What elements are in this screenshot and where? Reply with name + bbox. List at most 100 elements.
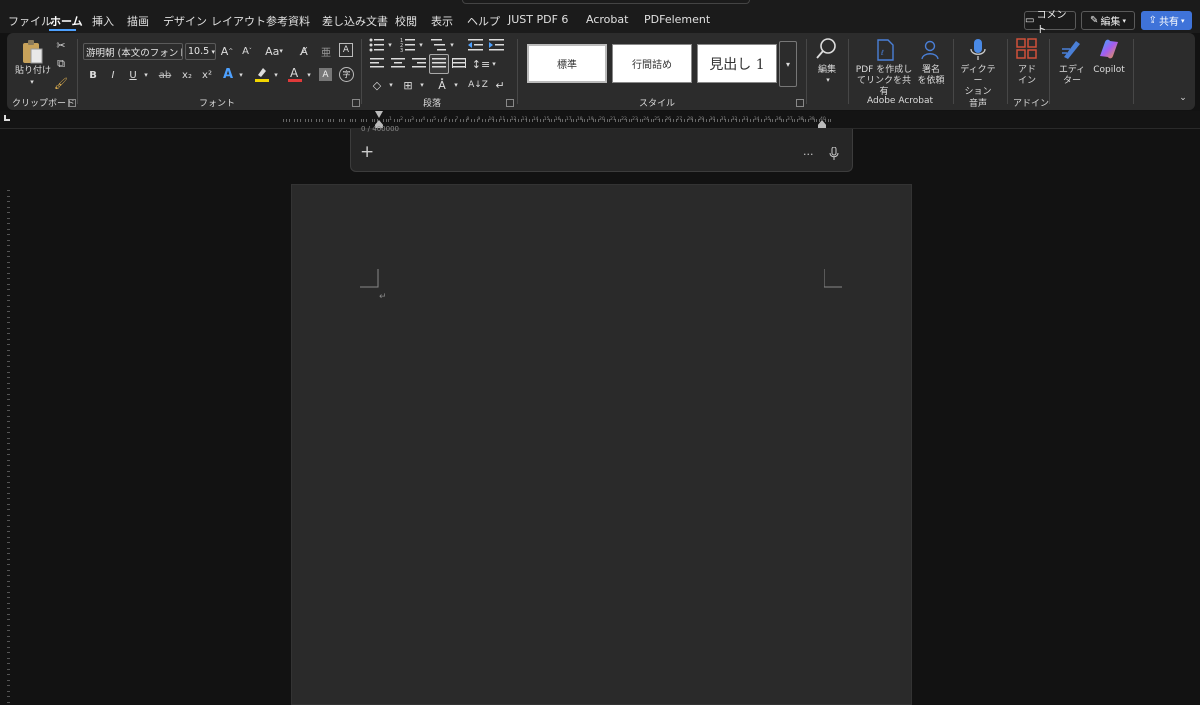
add-ins-icon[interactable]: [1016, 38, 1038, 60]
font-color-icon[interactable]: A: [287, 65, 303, 83]
underline-button[interactable]: U: [127, 67, 139, 83]
font-name-dropdown[interactable]: 游明朝 (本文のフォント▾: [83, 43, 183, 60]
change-case-button[interactable]: Aa ▾: [262, 43, 286, 59]
character-border-icon[interactable]: A: [339, 43, 353, 57]
highlight-color-icon[interactable]: [254, 65, 270, 83]
bold-button[interactable]: B: [87, 67, 99, 83]
document-page[interactable]: ↵: [291, 184, 912, 705]
tab-layout[interactable]: レイアウト: [211, 13, 266, 29]
chevron-down-icon[interactable]: ▾: [452, 77, 460, 93]
copilot-prompt-box[interactable]: 0 / 400000 + ···: [350, 125, 853, 172]
tab-review[interactable]: 校閲: [395, 13, 417, 29]
comment-button[interactable]: ▭ コメント: [1024, 10, 1076, 36]
shading-icon[interactable]: ◇: [369, 77, 385, 93]
tab-draw[interactable]: 描画: [127, 13, 149, 29]
chevron-down-icon[interactable]: ▾: [448, 37, 456, 53]
borders-icon[interactable]: ⊞: [400, 77, 416, 93]
grow-font-icon[interactable]: A ^: [220, 43, 234, 59]
phonetic-guide-icon[interactable]: 亜: [319, 43, 333, 59]
strikethrough-button[interactable]: ab: [157, 67, 173, 83]
microphone-icon[interactable]: [969, 37, 987, 63]
cut-icon[interactable]: ✂: [54, 38, 68, 52]
tab-file[interactable]: ファイル: [8, 13, 52, 29]
align-center-icon[interactable]: [390, 56, 406, 72]
shrink-font-icon[interactable]: Aˇ: [240, 43, 254, 59]
subscript-button[interactable]: x₂: [180, 67, 194, 83]
vertical-ruler-tick: [7, 410, 10, 411]
line-spacing-icon[interactable]: ↕≡: [472, 56, 490, 72]
sort-icon[interactable]: A↓Z: [468, 77, 488, 93]
microphone-icon[interactable]: [829, 146, 839, 160]
share-icon: ⇪: [1148, 15, 1157, 26]
request-signature-icon[interactable]: [919, 38, 943, 62]
tab-pdfelement[interactable]: PDFelement: [644, 13, 710, 26]
style-no-spacing[interactable]: 行間詰め: [612, 44, 692, 83]
ribbon-collapse-chevron-icon[interactable]: ⌄: [1177, 93, 1189, 103]
more-options-icon[interactable]: ···: [803, 148, 814, 161]
style-standard[interactable]: 標準: [527, 44, 607, 83]
chevron-down-icon[interactable]: ▾: [27, 78, 37, 86]
margin-corner-top-right: [824, 269, 842, 288]
tab-selector-icon[interactable]: [4, 115, 10, 121]
chevron-down-icon[interactable]: ▾: [386, 37, 394, 53]
superscript-button[interactable]: x²: [200, 67, 214, 83]
align-left-icon[interactable]: [369, 56, 385, 72]
chevron-down-icon[interactable]: ▾: [305, 67, 313, 83]
decrease-indent-icon[interactable]: [468, 37, 484, 53]
distributed-icon[interactable]: [451, 56, 467, 72]
paste-button[interactable]: [19, 38, 45, 66]
text-effects-icon[interactable]: A: [220, 65, 236, 83]
styles-more-button[interactable]: ▾: [779, 41, 797, 87]
style-heading-1[interactable]: 見出し 1: [697, 44, 777, 83]
clipboard-launcher-icon[interactable]: [68, 99, 76, 107]
chevron-down-icon[interactable]: ▾: [272, 67, 280, 83]
show-marks-icon[interactable]: ↵: [492, 77, 508, 93]
increase-indent-icon[interactable]: [489, 37, 505, 53]
font-launcher-icon[interactable]: [352, 99, 360, 107]
tab-design[interactable]: デザイン: [163, 13, 207, 29]
justify-icon[interactable]: [429, 54, 449, 74]
add-icon[interactable]: +: [360, 144, 374, 161]
ruler-tick: [440, 119, 442, 122]
numbering-icon[interactable]: 123: [400, 37, 416, 53]
edit-mode-button[interactable]: ✎ 編集 ▾: [1081, 11, 1135, 30]
chevron-down-icon[interactable]: ▾: [490, 56, 498, 72]
multilevel-list-icon[interactable]: [431, 37, 447, 53]
tab-help[interactable]: ヘルプ: [467, 13, 500, 29]
tab-home[interactable]: ホーム: [50, 13, 83, 29]
tab-acrobat[interactable]: Acrobat: [586, 13, 628, 26]
find-search-icon[interactable]: [815, 36, 839, 62]
styles-launcher-icon[interactable]: [796, 99, 804, 107]
copilot-icon[interactable]: [1096, 37, 1122, 61]
chevron-down-icon[interactable]: ▾: [237, 67, 245, 83]
enclose-characters-icon[interactable]: 字: [339, 67, 354, 82]
editor-icon[interactable]: [1060, 37, 1084, 61]
character-shading-icon[interactable]: A: [319, 68, 332, 81]
italic-button[interactable]: I: [107, 67, 119, 83]
ruler-number: 7: [455, 117, 459, 122]
style-no-spacing-label: 行間詰め: [632, 60, 672, 71]
format-painter-icon[interactable]: 🖌: [54, 76, 68, 90]
bullets-icon[interactable]: [369, 37, 385, 53]
first-line-indent-icon[interactable]: [375, 111, 383, 118]
chevron-down-icon[interactable]: ▾: [387, 77, 395, 93]
tab-references[interactable]: 参考資料: [266, 13, 310, 29]
align-right-icon[interactable]: [411, 56, 427, 72]
copy-icon[interactable]: ⧉: [54, 57, 68, 71]
chevron-down-icon[interactable]: ▾: [418, 77, 426, 93]
chevron-down-icon[interactable]: ▾: [823, 76, 833, 84]
share-button[interactable]: ⇪ 共有 ▾: [1141, 11, 1192, 30]
tab-view[interactable]: 表示: [431, 13, 453, 29]
font-size-dropdown[interactable]: 10.5 ▾: [185, 43, 216, 60]
chevron-down-icon[interactable]: ▾: [417, 37, 425, 53]
tab-insert[interactable]: 挿入: [92, 13, 114, 29]
pdf-share-icon[interactable]: ℓ: [873, 38, 897, 62]
asian-layout-icon[interactable]: A̽: [433, 77, 451, 93]
divider: [1007, 39, 1008, 104]
ruler-tick: [451, 119, 453, 122]
paragraph-launcher-icon[interactable]: [506, 99, 514, 107]
tab-just-pdf[interactable]: JUST PDF 6: [508, 13, 568, 26]
chevron-down-icon[interactable]: ▾: [142, 67, 150, 83]
tab-mailings[interactable]: 差し込み文書: [322, 13, 388, 29]
clear-formatting-icon[interactable]: A̸: [296, 43, 312, 59]
